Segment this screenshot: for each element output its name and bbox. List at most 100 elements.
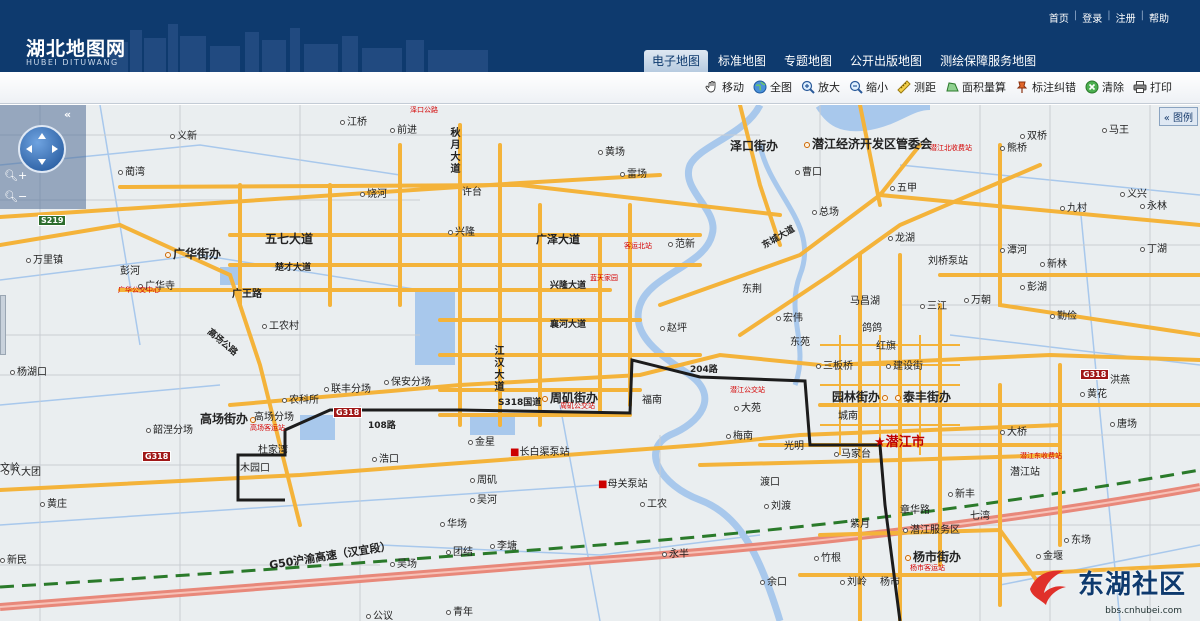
place-label[interactable]: 三板桥 (816, 357, 853, 372)
poi-note[interactable]: 杨市客运站 (910, 563, 945, 573)
place-label[interactable]: 马家台 (834, 445, 871, 460)
place-label[interactable]: 彭湖 (1020, 278, 1047, 293)
register-link[interactable]: 注册 (1111, 10, 1141, 25)
place-label[interactable]: 工农 (640, 495, 667, 510)
place-label[interactable]: 潜江站 (1010, 463, 1040, 478)
poi-note[interactable]: 周矶公交站 (560, 401, 595, 411)
place-label[interactable]: 雷场 (620, 165, 647, 180)
map-zoom-out-icon[interactable]: 🔍︎− (4, 190, 27, 203)
poi-note[interactable]: 泽口公路 (410, 105, 438, 115)
place-label[interactable]: 黄场 (598, 143, 625, 158)
place-label[interactable]: 黄花 (1080, 385, 1107, 400)
poi-note[interactable]: 广华公交中心 (118, 285, 160, 295)
place-label[interactable]: 宏伟 (776, 309, 803, 324)
place-label[interactable]: 曹口 (795, 163, 822, 178)
place-label[interactable]: 潜江服务区 (903, 521, 960, 536)
side-panel-handle[interactable] (0, 295, 6, 355)
place-label[interactable]: 东苑 (790, 333, 810, 348)
place-label[interactable]: 吴场 (390, 555, 417, 570)
place-label[interactable]: 文岭 (0, 459, 20, 474)
tab-electronic-map[interactable]: 电子地图 (644, 50, 709, 72)
clear-button[interactable]: 清除 (1085, 79, 1124, 95)
place-label[interactable]: 金堰 (1036, 547, 1063, 562)
poi-note[interactable]: 高场客运站 (250, 423, 285, 433)
place-label[interactable]: 黄庄 (40, 495, 67, 510)
poi-note[interactable]: 潜江公交站 (730, 385, 765, 395)
place-label[interactable]: 前进 (390, 121, 417, 136)
map-canvas[interactable] (0, 105, 1200, 621)
login-link[interactable]: 登录 (1077, 10, 1107, 25)
district-label[interactable]: 泰丰街办 (895, 388, 951, 405)
place-label[interactable]: 洪燕 (1110, 371, 1130, 386)
place-label[interactable]: 红旗 (876, 337, 896, 352)
place-label[interactable]: 工农村 (262, 317, 299, 332)
place-label[interactable]: 华场 (440, 515, 467, 530)
place-label[interactable]: 东场 (1064, 531, 1091, 546)
place-label[interactable]: 梅南 (726, 427, 753, 442)
place-label[interactable]: 联丰分场 (324, 380, 371, 395)
place-label[interactable]: 饶河 (360, 185, 387, 200)
tab-published-map[interactable]: 公开出版地图 (842, 50, 930, 72)
place-label[interactable]: 许台 (462, 183, 482, 198)
place-label[interactable]: 潭河 (1000, 241, 1027, 256)
place-label[interactable]: 渡口 (760, 473, 780, 488)
place-label[interactable]: 竹根 (814, 549, 841, 564)
place-label[interactable]: 刘岭 (840, 573, 867, 588)
map-viewport[interactable]: 广华街办 五七大道 高场街办 周矶街办 园林街办 泰丰街办 杨市街办 泽口街办 … (0, 105, 1200, 621)
place-label[interactable]: 刘桥泵站 (928, 252, 968, 267)
place-label[interactable]: 蔺湾 (118, 163, 145, 178)
place-label[interactable]: 三江 (920, 297, 947, 312)
poi-note[interactable]: 客运北站 (624, 241, 652, 251)
place-label[interactable]: 新丰 (948, 485, 975, 500)
place-label[interactable]: 木园口 (240, 459, 270, 474)
place-label[interactable]: 永林 (1140, 197, 1167, 212)
place-label[interactable]: 李塘 (490, 537, 517, 552)
place-label[interactable]: 高场分场 (254, 408, 294, 423)
print-button[interactable]: 打印 (1133, 79, 1172, 95)
place-label[interactable]: 东荆 (742, 280, 762, 295)
place-label[interactable]: 马王 (1102, 121, 1129, 136)
legend-button[interactable]: « 图例 (1158, 107, 1198, 126)
place-label[interactable]: 七湾 (970, 507, 990, 522)
measure-distance-button[interactable]: 测距 (897, 79, 936, 95)
place-label[interactable]: 刘渡 (764, 497, 791, 512)
place-label[interactable]: 双桥 (1020, 127, 1047, 142)
district-label[interactable]: 园林街办 (832, 388, 890, 405)
place-label[interactable]: 新民 (0, 551, 27, 566)
place-label[interactable]: 光明 (784, 437, 804, 452)
place-label[interactable]: 章华路 (900, 501, 930, 516)
place-label[interactable]: 赵坪 (660, 319, 687, 334)
place-label[interactable]: 团结 (446, 543, 473, 558)
place-label[interactable]: 范新 (668, 235, 695, 250)
place-label[interactable]: 杨湖口 (10, 363, 47, 378)
place-label[interactable]: 大苑 (734, 399, 761, 414)
full-extent-button[interactable]: 全图 (753, 79, 792, 95)
tab-survey-service-map[interactable]: 测绘保障服务地图 (932, 50, 1044, 72)
place-label[interactable]: 江桥 (340, 113, 367, 128)
place-label[interactable]: 浩口 (372, 450, 399, 465)
place-label[interactable]: 杨市 (880, 573, 900, 588)
city-label[interactable]: ★潜江市 (874, 431, 925, 450)
place-label[interactable]: 韶涅分场 (146, 421, 193, 436)
district-label[interactable]: 广华街办 (165, 245, 221, 262)
map-zoom-in-icon[interactable]: 🔍︎+ (4, 169, 27, 182)
place-label[interactable]: 兴隆 (448, 223, 475, 238)
place-label[interactable]: 五甲 (890, 179, 917, 194)
move-tool-button[interactable]: 移动 (705, 79, 744, 95)
place-label[interactable]: 周矶 (470, 471, 497, 486)
place-label[interactable]: ■母关泵站 (598, 475, 647, 490)
place-label[interactable]: ■长白渠泵站 (510, 443, 569, 458)
tab-standard-map[interactable]: 标准地图 (710, 50, 774, 72)
place-label[interactable]: 紫月 (850, 515, 870, 530)
place-label[interactable]: 公议 (366, 607, 393, 621)
tab-thematic-map[interactable]: 专题地图 (776, 50, 840, 72)
poi-note[interactable]: 潜江东收费站 (1020, 451, 1062, 461)
place-label[interactable]: 万朝 (964, 291, 991, 306)
pan-control[interactable] (18, 125, 66, 173)
site-logo-title[interactable]: 湖北地图网 (26, 34, 126, 61)
place-label[interactable]: 金星 (468, 433, 495, 448)
place-label[interactable]: 唐场 (1110, 415, 1137, 430)
place-label[interactable]: 福南 (642, 391, 662, 406)
help-link[interactable]: 帮助 (1144, 10, 1174, 25)
place-label[interactable]: 万里镇 (26, 251, 63, 266)
